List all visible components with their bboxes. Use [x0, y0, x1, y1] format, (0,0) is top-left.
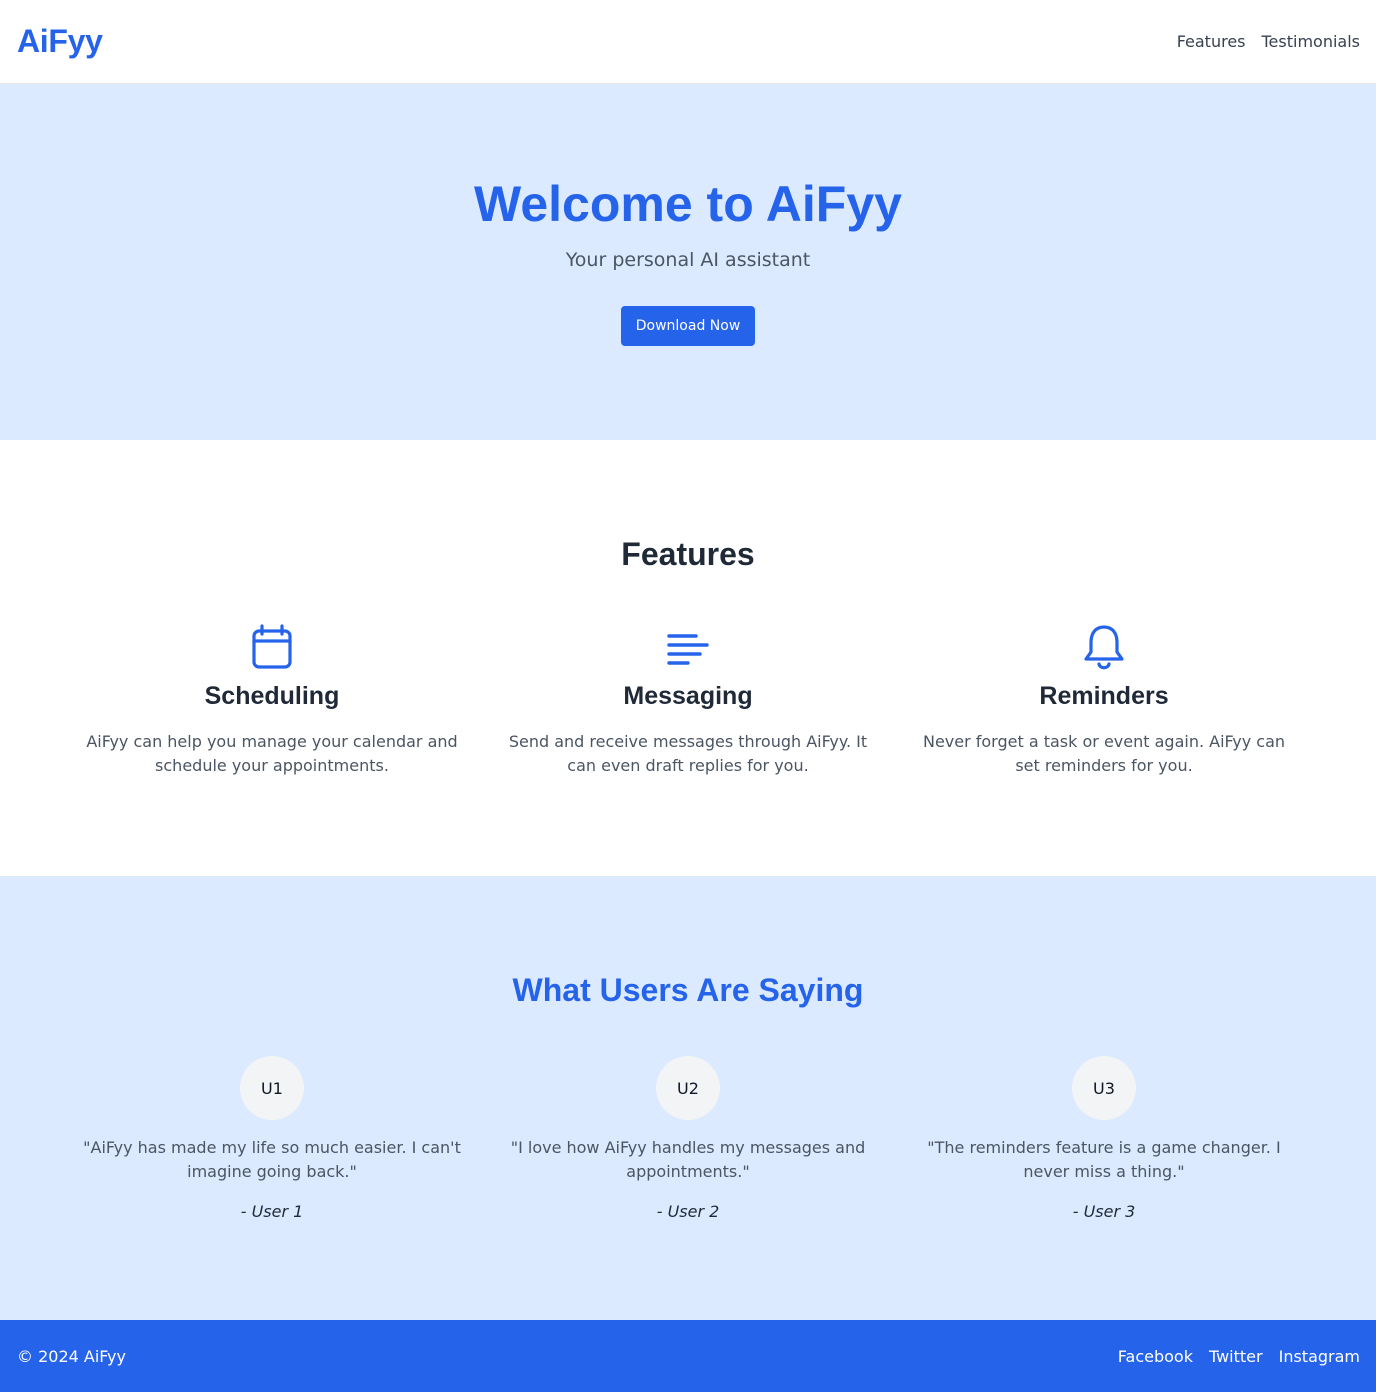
- testimonial-quote: "AiFyy has made my life so much easier. …: [83, 1138, 461, 1181]
- feature-name: Scheduling: [204, 682, 340, 710]
- features-list: Scheduling AiFyy can help you manage you…: [0, 624, 1376, 778]
- calendar-icon: [248, 624, 296, 672]
- testimonials-list: U1 "AiFyy has made my life so much easie…: [0, 1056, 1376, 1224]
- testimonials-section: What Users Are Saying U1 "AiFyy has made…: [0, 876, 1376, 1320]
- testimonial-quote: "The reminders feature is a game changer…: [927, 1138, 1281, 1181]
- feature-card-reminders: Reminders Never forget a task or event a…: [896, 624, 1312, 778]
- feature-description: Send and receive messages through AiFyy.…: [508, 732, 868, 775]
- feature-description: Never forget a task or event again. AiFy…: [922, 732, 1286, 775]
- site-header: AiFyy Features Testimonials: [0, 0, 1376, 84]
- avatar: U1: [240, 1056, 304, 1120]
- avatar: U3: [1072, 1056, 1136, 1120]
- site-footer: © 2024 AiFyy Facebook Twitter Instagram: [0, 1320, 1376, 1392]
- facebook-link[interactable]: Facebook: [1118, 1347, 1193, 1366]
- message-lines-icon: [664, 624, 712, 672]
- features-section: Features Scheduling AiFyy can help you m…: [0, 440, 1376, 876]
- testimonial-card: U3 "The reminders feature is a game chan…: [896, 1056, 1312, 1224]
- testimonial-author: - User 1: [240, 1202, 304, 1221]
- copyright-text: © 2024 AiFyy: [17, 1346, 126, 1366]
- feature-card-messaging: Messaging Send and receive messages thro…: [480, 624, 896, 778]
- download-now-button[interactable]: Download Now: [620, 306, 756, 346]
- nav-link-testimonials[interactable]: Testimonials: [1262, 32, 1361, 51]
- nav-link-features[interactable]: Features: [1177, 32, 1246, 51]
- hero-title: Welcome to AiFyy: [474, 176, 902, 232]
- social-links: Facebook Twitter Instagram: [1118, 1347, 1360, 1366]
- avatar: U2: [656, 1056, 720, 1120]
- main-nav: Features Testimonials: [1177, 32, 1360, 51]
- hero-subtitle: Your personal AI assistant: [565, 249, 811, 271]
- feature-name: Reminders: [1039, 682, 1169, 710]
- hero-section: Welcome to AiFyy Your personal AI assist…: [0, 84, 1376, 440]
- testimonial-card: U2 "I love how AiFyy handles my messages…: [480, 1056, 896, 1224]
- feature-name: Messaging: [623, 682, 753, 710]
- testimonial-author: - User 2: [656, 1202, 720, 1221]
- logo[interactable]: AiFyy: [17, 23, 103, 60]
- feature-card-scheduling: Scheduling AiFyy can help you manage you…: [64, 624, 480, 778]
- features-title: Features: [621, 536, 755, 572]
- testimonial-quote: "I love how AiFyy handles my messages an…: [510, 1138, 866, 1181]
- testimonial-author: - User 3: [1072, 1202, 1136, 1221]
- feature-description: AiFyy can help you manage your calendar …: [86, 732, 458, 775]
- twitter-link[interactable]: Twitter: [1209, 1347, 1263, 1366]
- testimonials-title: What Users Are Saying: [512, 972, 864, 1008]
- instagram-link[interactable]: Instagram: [1279, 1347, 1360, 1366]
- testimonial-card: U1 "AiFyy has made my life so much easie…: [64, 1056, 480, 1224]
- bell-icon: [1080, 624, 1128, 672]
